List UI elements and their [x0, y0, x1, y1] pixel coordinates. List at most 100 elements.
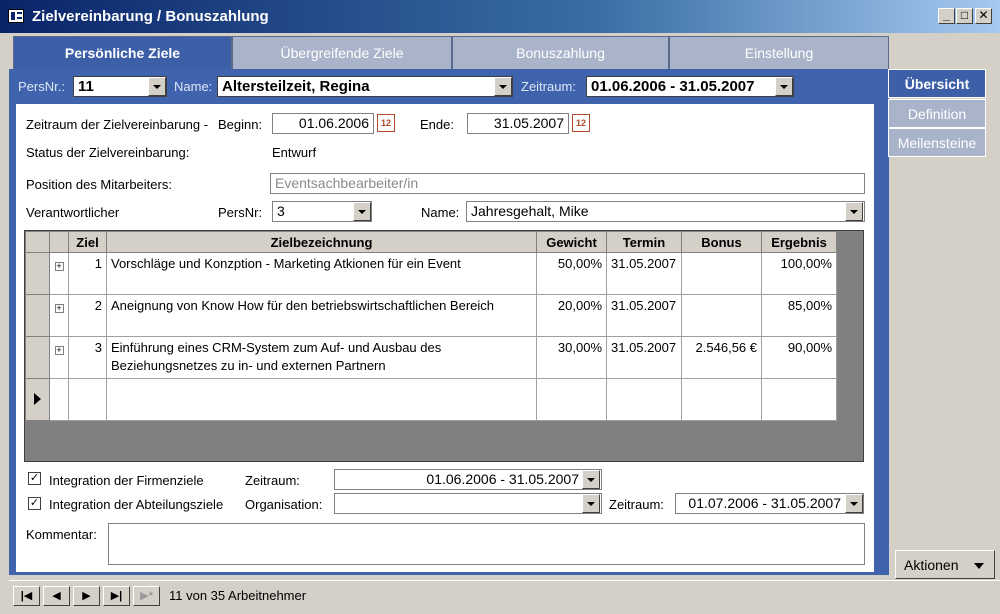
new-record-button[interactable]: ▶* [133, 586, 160, 606]
cell-ergebnis[interactable] [761, 378, 837, 421]
firmenziele-label: Integration der Firmenziele [49, 473, 204, 488]
chevron-down-icon[interactable] [582, 470, 600, 489]
verantwortlicher-label: Verantwortlicher [26, 205, 120, 220]
abteilungsziele-checkbox[interactable]: ✓ [28, 497, 41, 510]
ende-date-field[interactable]: 31.05.2007 [467, 113, 569, 134]
table-header-row: Ziel Zielbezeichnung Gewicht Termin Bonu… [25, 231, 837, 253]
verantw-name-label: Name: [421, 205, 460, 220]
organisation-label: Organisation: [245, 497, 323, 512]
table-row[interactable]: + 1 Vorschläge und Konzption - Marketing… [25, 252, 837, 295]
chevron-down-icon[interactable] [845, 202, 863, 221]
cell-zielbezeichnung[interactable]: Einführung eines CRM-System zum Auf- und… [106, 336, 537, 379]
calendar-icon[interactable]: 12 [572, 114, 590, 132]
tab-einstellung[interactable]: Einstellung [669, 36, 889, 69]
abteilungsziele-label: Integration der Abteilungsziele [49, 497, 224, 512]
cell-termin[interactable]: 31.05.2007 [606, 336, 682, 379]
cell-ziel[interactable]: 3 [68, 336, 107, 379]
column-header[interactable]: Zielbezeichnung [106, 231, 537, 253]
record-counter: 11 von 35 Arbeitnehmer [169, 588, 307, 603]
cell-gewicht[interactable]: 50,00% [536, 252, 607, 295]
new-record-row[interactable] [25, 378, 837, 421]
cell-bonus[interactable] [681, 252, 762, 295]
chevron-down-icon[interactable] [494, 77, 512, 96]
tab-persoenliche-ziele[interactable]: Persönliche Ziele [13, 36, 232, 69]
expand-icon[interactable]: + [54, 262, 64, 271]
ende-label: Ende: [420, 117, 454, 132]
chevron-down-icon[interactable] [148, 77, 166, 96]
zeitraum-value: 01.06.2006 - 31.05.2007 [591, 78, 755, 95]
cell-gewicht[interactable]: 20,00% [536, 294, 607, 337]
previous-record-button[interactable]: ◀ [43, 586, 70, 606]
sidetab-definition[interactable]: Definition [888, 99, 986, 128]
tab-bonuszahlung[interactable]: Bonuszahlung [452, 36, 669, 69]
aktionen-button[interactable]: Aktionen [895, 550, 995, 579]
chevron-down-icon[interactable] [353, 202, 371, 221]
firmenziele-checkbox[interactable]: ✓ [28, 472, 41, 485]
sidetab-meilensteine[interactable]: Meilensteine [888, 128, 986, 157]
column-header[interactable]: Bonus [681, 231, 762, 253]
form-icon [8, 9, 24, 23]
column-header[interactable]: Ziel [68, 231, 107, 253]
cell-bonus[interactable] [681, 378, 762, 421]
cell-ergebnis[interactable]: 85,00% [761, 294, 837, 337]
verantw-name-value: Jahresgehalt, Mike [471, 203, 589, 219]
name-select[interactable]: Altersteilzeit, Regina [217, 76, 513, 97]
column-header[interactable]: Ergebnis [761, 231, 837, 253]
kommentar-label: Kommentar: [26, 527, 97, 542]
maximize-button[interactable]: □ [956, 8, 973, 24]
column-header[interactable]: Termin [606, 231, 682, 253]
cell-ziel[interactable]: 2 [68, 294, 107, 337]
close-button[interactable]: ✕ [975, 8, 992, 24]
kommentar-textarea[interactable] [108, 523, 865, 565]
cell-termin[interactable] [606, 378, 682, 421]
status-label: Status der Zielvereinbarung: [26, 145, 190, 160]
column-header[interactable]: Gewicht [536, 231, 607, 253]
position-field[interactable]: Eventsachbearbeiter/in [270, 173, 865, 194]
chevron-down-icon[interactable] [775, 77, 793, 96]
firmen-zeitraum-select[interactable]: 01.06.2006 - 31.05.2007 [334, 469, 602, 490]
window-title: Zielvereinbarung / Bonuszahlung [32, 8, 269, 25]
cell-bonus[interactable] [681, 294, 762, 337]
zeitraum-select[interactable]: 01.06.2006 - 31.05.2007 [586, 76, 794, 97]
expand-icon[interactable]: + [54, 304, 64, 313]
zeitraum-label: Zeitraum: [521, 79, 576, 94]
expand-icon[interactable]: + [54, 346, 64, 355]
row-selector[interactable] [25, 252, 50, 295]
sidetab-uebersicht[interactable]: Übersicht [888, 69, 986, 98]
cell-gewicht[interactable]: 30,00% [536, 336, 607, 379]
cell-zielbezeichnung[interactable]: Aneignung von Know How für den betriebsw… [106, 294, 537, 337]
record-navigation: |◀ ◀ ▶ ▶| ▶* 11 von 35 Arbeitnehmer [9, 580, 1000, 614]
table-row[interactable]: + 3 Einführung eines CRM-System zum Auf-… [25, 336, 837, 379]
row-selector[interactable] [25, 378, 50, 421]
cell-ziel[interactable]: 1 [68, 252, 107, 295]
first-record-button[interactable]: |◀ [13, 586, 40, 606]
last-record-button[interactable]: ▶| [103, 586, 130, 606]
cell-termin[interactable]: 31.05.2007 [606, 294, 682, 337]
cell-termin[interactable]: 31.05.2007 [606, 252, 682, 295]
row-selector[interactable] [25, 336, 50, 379]
organisation-select[interactable] [334, 493, 602, 514]
next-record-button[interactable]: ▶ [73, 586, 100, 606]
minimize-button[interactable]: _ [938, 8, 955, 24]
cell-bonus[interactable]: 2.546,56 € [681, 336, 762, 379]
cell-ziel[interactable] [68, 378, 107, 421]
beginn-date-field[interactable]: 01.06.2006 [272, 113, 374, 134]
verantw-name-select[interactable]: Jahresgehalt, Mike [466, 201, 865, 222]
calendar-icon[interactable]: 12 [377, 114, 395, 132]
cell-zielbezeichnung[interactable] [106, 378, 537, 421]
chevron-down-icon[interactable] [845, 494, 863, 513]
cell-ergebnis[interactable]: 90,00% [761, 336, 837, 379]
abteilung-zeitraum-select[interactable]: 01.07.2006 - 31.05.2007 [675, 493, 864, 514]
persnr-label: PersNr.: [18, 79, 65, 94]
cell-gewicht[interactable] [536, 378, 607, 421]
tab-uebergreifende-ziele[interactable]: Übergreifende Ziele [232, 36, 452, 69]
cell-zielbezeichnung[interactable]: Vorschläge und Konzption - Marketing Atk… [106, 252, 537, 295]
goals-table: Ziel Zielbezeichnung Gewicht Termin Bonu… [25, 231, 837, 421]
row-selector[interactable] [25, 294, 50, 337]
cell-ergebnis[interactable]: 100,00% [761, 252, 837, 295]
firmen-zeitraum-value: 01.06.2006 - 31.05.2007 [426, 471, 579, 487]
chevron-down-icon[interactable] [582, 494, 600, 513]
table-row[interactable]: + 2 Aneignung von Know How für den betri… [25, 294, 837, 337]
name-value: Altersteilzeit, Regina [222, 78, 370, 95]
verantw-persnr-label: PersNr: [218, 205, 263, 220]
